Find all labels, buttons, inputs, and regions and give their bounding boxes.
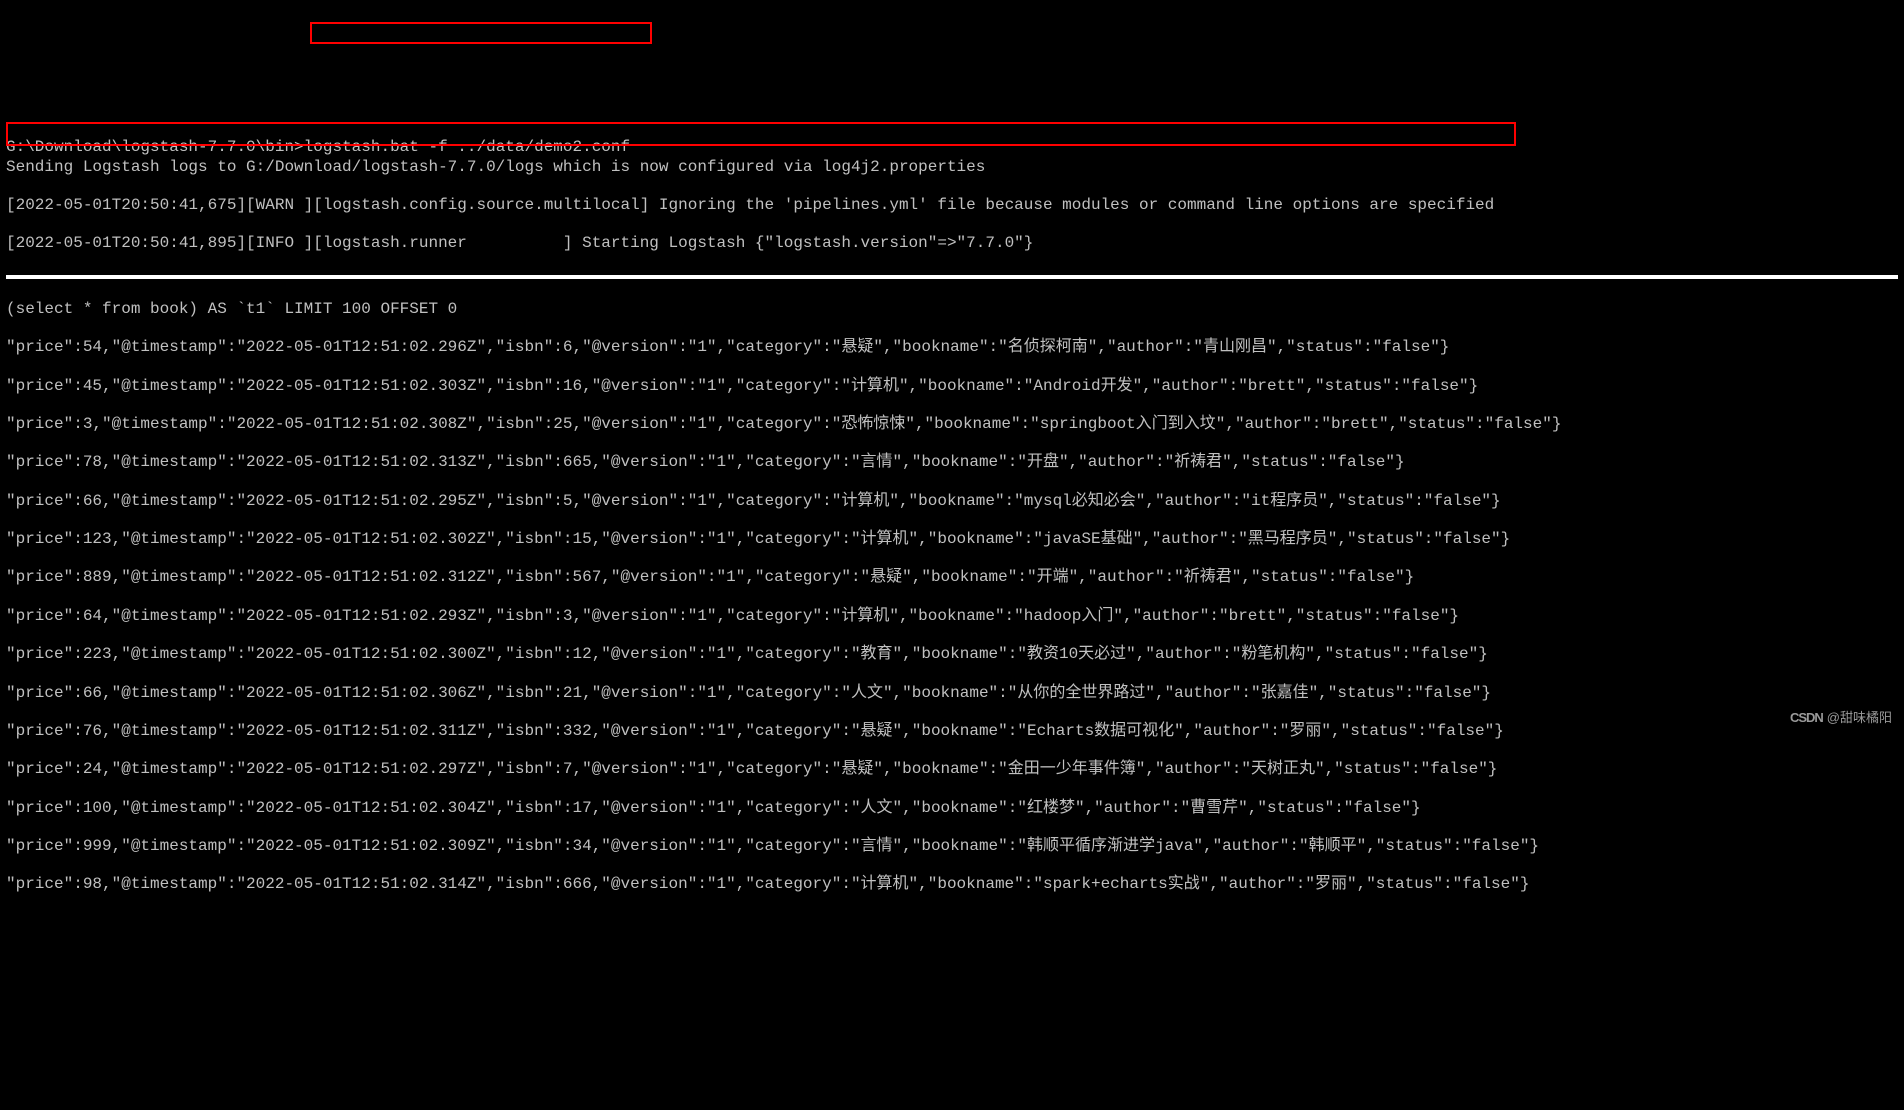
prompt-path: G:\Download\logstash-7.7.0\bin> (6, 138, 304, 156)
watermark: CSDN @甜味橘阳 (1790, 710, 1892, 726)
log-line: [2022-05-01T20:50:41,675][WARN ][logstas… (6, 196, 1898, 215)
json-record: "price":64,"@timestamp":"2022-05-01T12:5… (6, 607, 1898, 626)
json-record: "price":100,"@timestamp":"2022-05-01T12:… (6, 799, 1898, 818)
log-line: [2022-05-01T20:50:41,895][INFO ][logstas… (6, 234, 1898, 253)
watermark-user: @甜味橘阳 (1827, 710, 1892, 726)
json-record: "price":66,"@timestamp":"2022-05-01T12:5… (6, 684, 1898, 703)
log-line: Sending Logstash logs to G:/Download/log… (6, 158, 1898, 177)
json-record: "price":76,"@timestamp":"2022-05-01T12:5… (6, 722, 1898, 741)
json-record: "price":999,"@timestamp":"2022-05-01T12:… (6, 837, 1898, 856)
sql-line: (select * from book) AS `t1` LIMIT 100 O… (6, 300, 1898, 319)
json-record: "price":889,"@timestamp":"2022-05-01T12:… (6, 568, 1898, 587)
divider (6, 275, 1898, 279)
blank-line (6, 100, 1898, 119)
prompt-command: logstash.bat -f ../data/demo2.conf (304, 138, 630, 156)
json-record: "price":54,"@timestamp":"2022-05-01T12:5… (6, 338, 1898, 357)
json-record: "price":3,"@timestamp":"2022-05-01T12:51… (6, 415, 1898, 434)
json-record: "price":123,"@timestamp":"2022-05-01T12:… (6, 530, 1898, 549)
json-record: "price":66,"@timestamp":"2022-05-01T12:5… (6, 492, 1898, 511)
watermark-brand: CSDN (1790, 710, 1823, 726)
json-record: "price":45,"@timestamp":"2022-05-01T12:5… (6, 377, 1898, 396)
json-record: "price":78,"@timestamp":"2022-05-01T12:5… (6, 453, 1898, 472)
terminal-output[interactable]: G:\Download\logstash-7.7.0\bin>logstash.… (0, 77, 1904, 918)
json-record: "price":223,"@timestamp":"2022-05-01T12:… (6, 645, 1898, 664)
json-record: "price":24,"@timestamp":"2022-05-01T12:5… (6, 760, 1898, 779)
annotation-highlight-command (310, 22, 652, 44)
json-record: "price":98,"@timestamp":"2022-05-01T12:5… (6, 875, 1898, 894)
